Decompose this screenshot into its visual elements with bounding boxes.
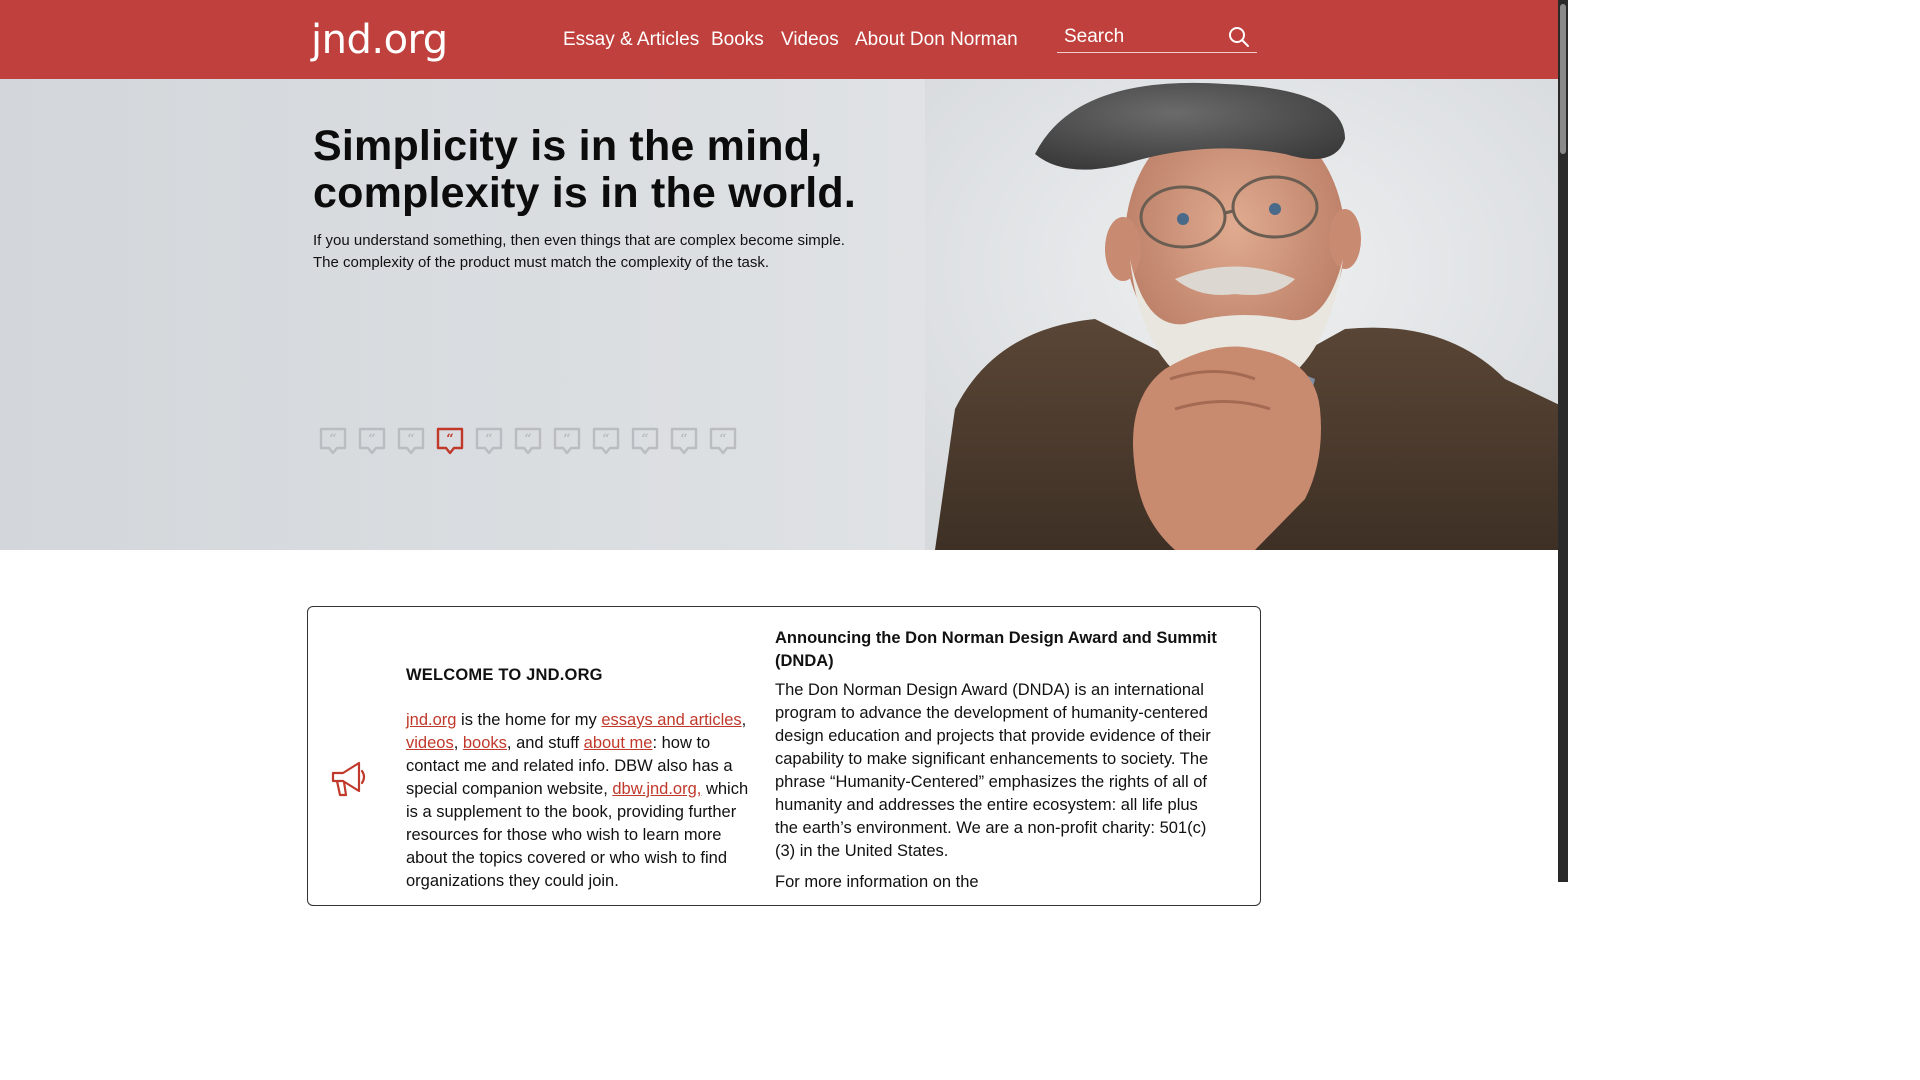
- hero-banner: Simplicity is in the mind, complexity is…: [0, 79, 1568, 550]
- quote-indicator[interactable]: “: [552, 426, 582, 456]
- link-books[interactable]: books: [463, 734, 507, 752]
- svg-text:“: “: [602, 432, 609, 447]
- svg-text:“: “: [680, 432, 687, 447]
- quote-indicator[interactable]: “: [513, 426, 543, 456]
- link-dbw-jnd-org[interactable]: dbw.jnd.org,: [612, 780, 701, 798]
- link-videos[interactable]: videos: [406, 734, 454, 752]
- svg-text:“: “: [329, 432, 336, 447]
- nav-books[interactable]: Books: [711, 27, 764, 53]
- svg-text:“: “: [563, 432, 570, 447]
- hero-quote-title: Simplicity is in the mind, complexity is…: [313, 122, 857, 217]
- quote-indicator[interactable]: “: [669, 426, 699, 456]
- quote-indicator[interactable]: “: [396, 426, 426, 456]
- link-jnd-org[interactable]: jnd.org: [406, 711, 456, 729]
- quote-carousel-nav: “ “ “ “ “ “ “ “ “ “ “: [318, 426, 738, 456]
- svg-text:“: “: [368, 432, 375, 447]
- quote-indicator[interactable]: “: [630, 426, 660, 456]
- quote-indicator[interactable]: “: [474, 426, 504, 456]
- quote-indicator-active[interactable]: “: [435, 426, 465, 456]
- search-input[interactable]: [1057, 22, 1225, 52]
- svg-text:“: “: [524, 432, 531, 447]
- quote-indicator[interactable]: “: [318, 426, 348, 456]
- svg-text:“: “: [407, 432, 414, 447]
- nav-essays-articles[interactable]: Essay & Articles: [563, 27, 699, 53]
- link-essays-and-articles[interactable]: essays and articles: [601, 711, 741, 729]
- site-logo[interactable]: jnd.org: [311, 14, 448, 66]
- dnda-heading: Announcing the Don Norman Design Award a…: [775, 629, 1217, 670]
- welcome-heading: WELCOME TO JND.ORG: [406, 666, 603, 684]
- dnda-more-info: For more information on the: [775, 873, 979, 891]
- nav-about-don-norman[interactable]: About Don Norman: [855, 27, 1018, 53]
- svg-text:“: “: [446, 432, 453, 447]
- svg-text:“: “: [641, 432, 648, 447]
- nav-videos[interactable]: Videos: [781, 27, 839, 53]
- quote-indicator[interactable]: “: [591, 426, 621, 456]
- scrollbar-thumb[interactable]: [1560, 4, 1566, 154]
- don-norman-portrait: [925, 79, 1568, 550]
- search-icon[interactable]: [1227, 25, 1251, 49]
- link-about-me[interactable]: about me: [584, 734, 653, 752]
- welcome-paragraph: jnd.org is the home for my essays and ar…: [406, 711, 749, 890]
- megaphone-icon: [331, 761, 366, 797]
- svg-text:“: “: [719, 432, 726, 447]
- svg-text:“: “: [485, 432, 492, 447]
- hero-quote-subtitle: If you understand something, then even t…: [313, 232, 845, 271]
- dnda-paragraph: The Don Norman Design Award (DNDA) is an…: [775, 681, 1211, 860]
- quote-indicator[interactable]: “: [357, 426, 387, 456]
- quote-indicator[interactable]: “: [708, 426, 738, 456]
